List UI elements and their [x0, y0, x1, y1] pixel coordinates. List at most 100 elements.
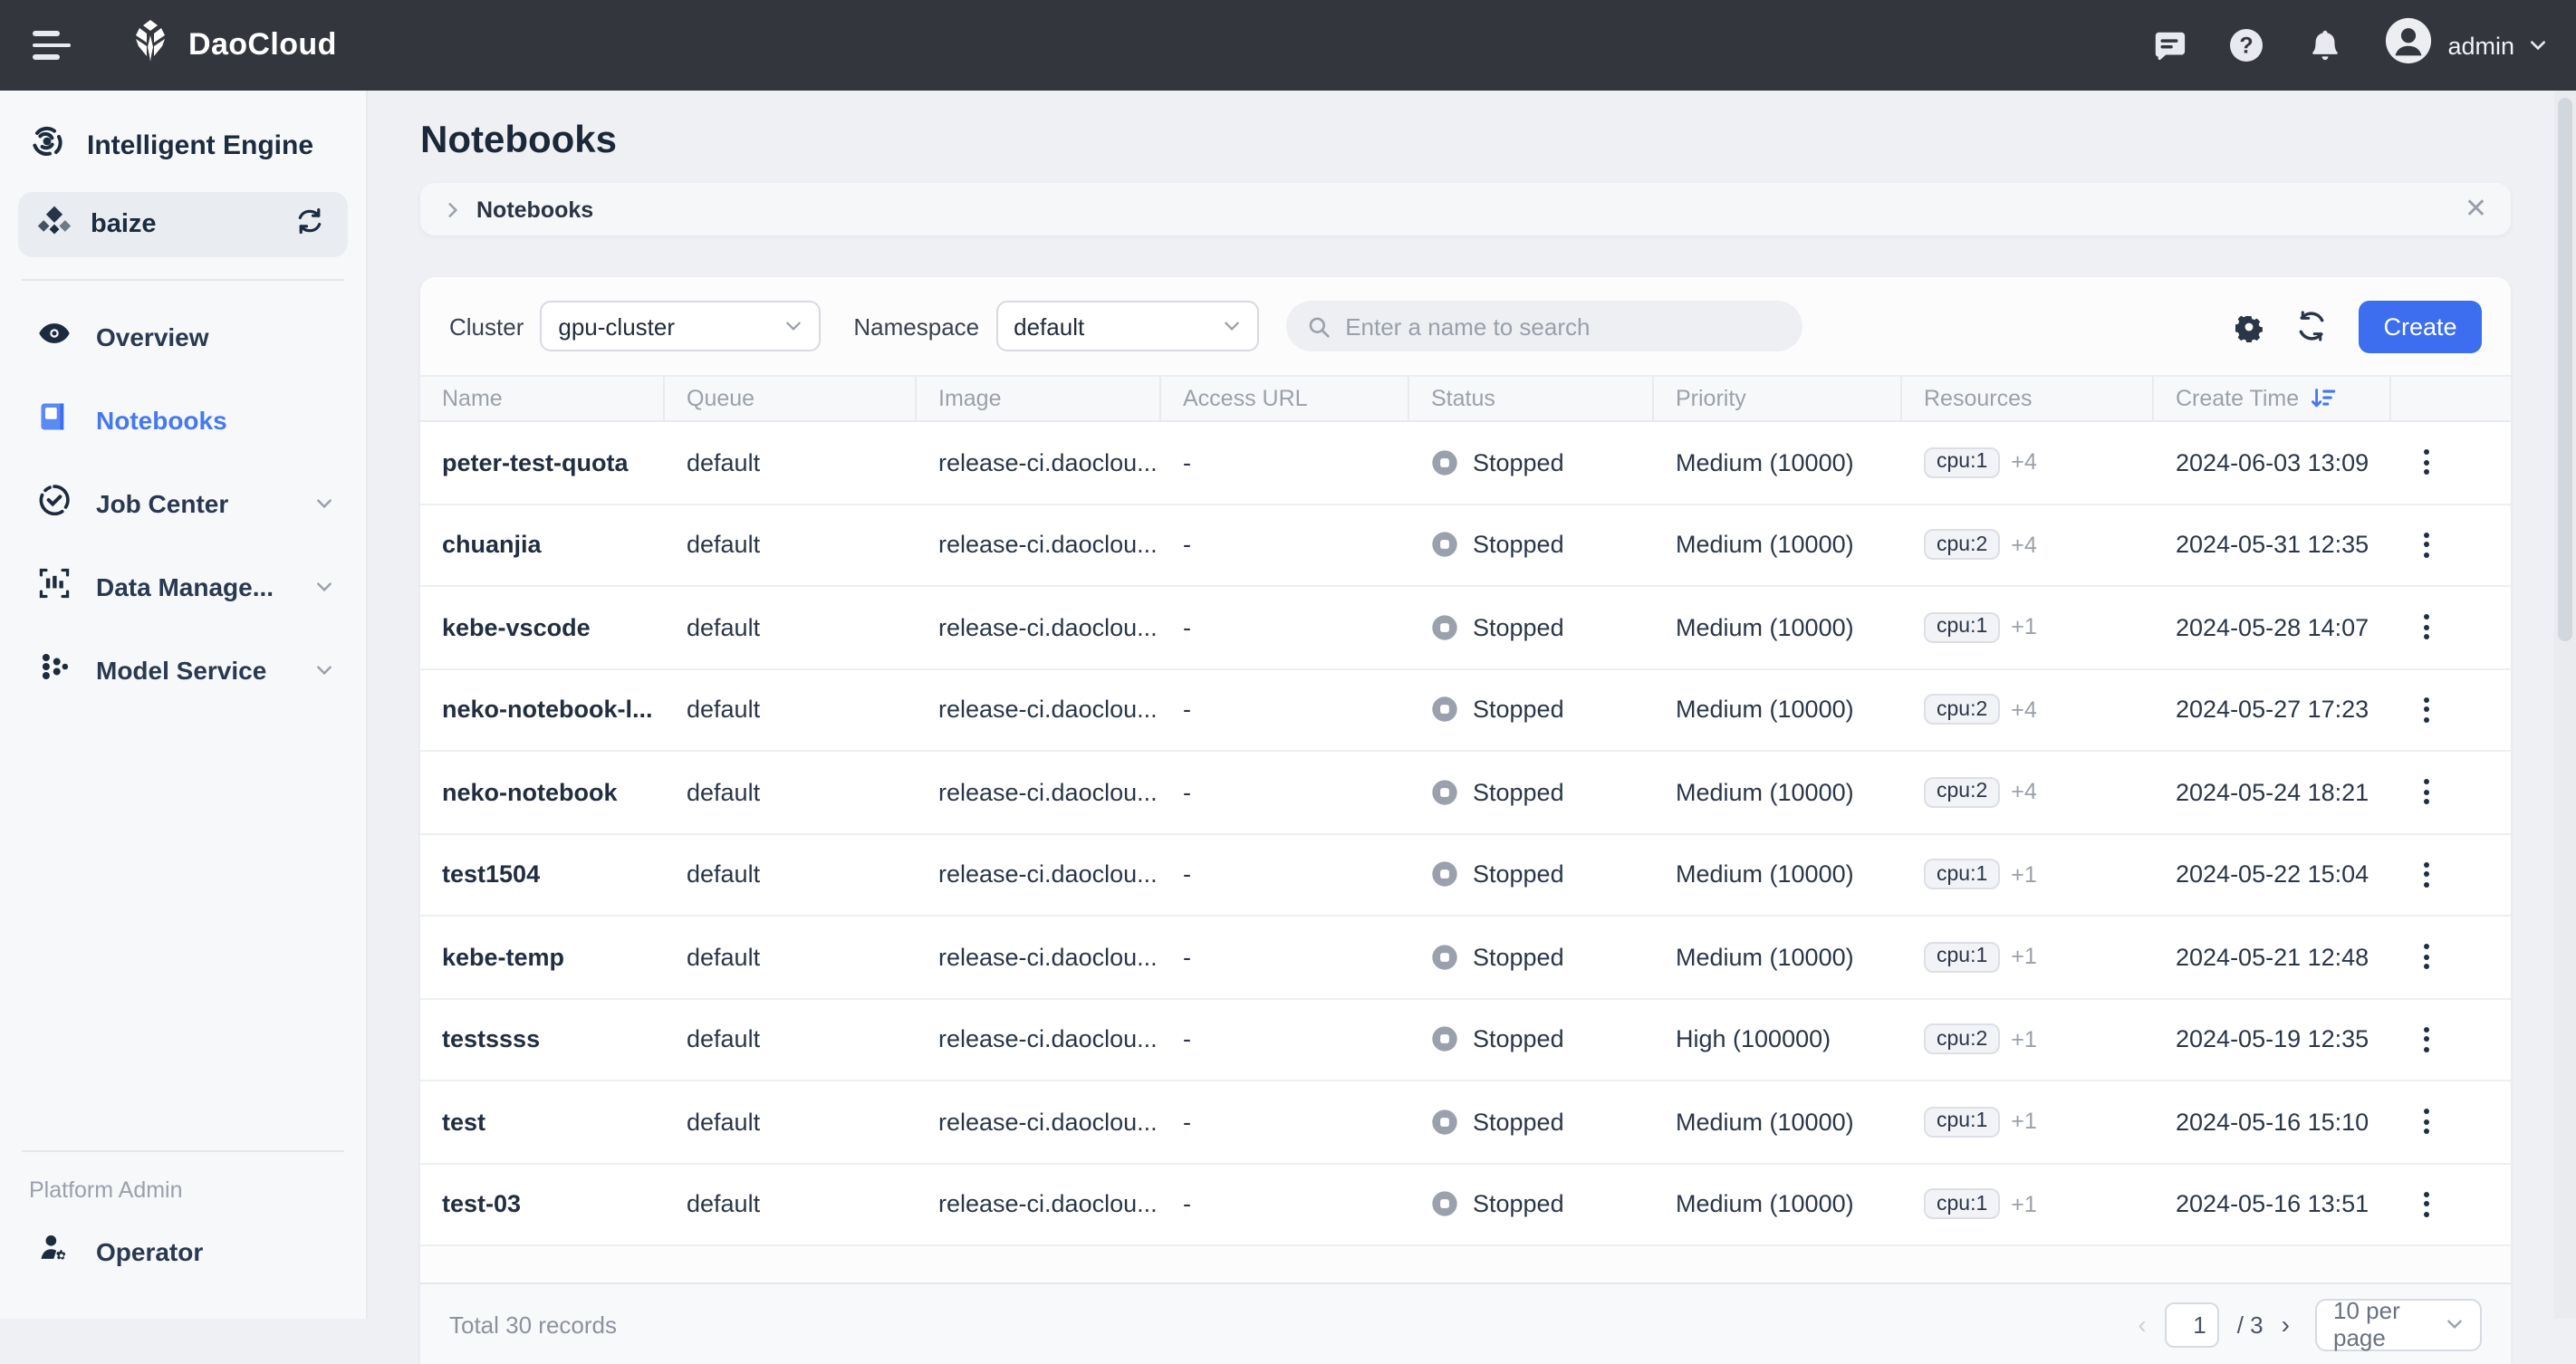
page-number-input[interactable] [2165, 1302, 2219, 1347]
user-menu[interactable]: admin [2384, 16, 2547, 74]
cell-name[interactable]: test-03 [420, 1164, 665, 1244]
chevron-down-icon [315, 661, 333, 679]
create-button[interactable]: Create [2359, 300, 2482, 352]
brand[interactable]: DaoCloud [127, 17, 337, 73]
resource-extra-count[interactable]: +4 [2011, 780, 2037, 805]
resource-extra-count[interactable]: +4 [2011, 697, 2037, 723]
table-row[interactable]: test default release-ci.daoclou... - Sto… [420, 1081, 2511, 1164]
table-row[interactable]: chuanjia default release-ci.daoclou... -… [420, 504, 2511, 587]
table-row[interactable]: kebe-temp default release-ci.daoclou... … [420, 917, 2511, 999]
cell-priority: Medium (10000) [1654, 669, 1902, 750]
resource-chip[interactable]: cpu:2 [1924, 777, 2000, 808]
workspace-selector[interactable]: baize [18, 192, 348, 257]
notebooks-panel: Cluster gpu-cluster Namespace default [420, 277, 2511, 1364]
row-actions-kebab-icon[interactable] [2413, 855, 2440, 895]
sidebar-item-job-center[interactable]: Job Center [18, 462, 348, 545]
resource-chip[interactable]: cpu:1 [1924, 860, 2000, 890]
resource-extra-count[interactable]: +4 [2011, 533, 2037, 558]
row-actions-kebab-icon[interactable] [2413, 773, 2440, 812]
avatar [2384, 16, 2433, 74]
cell-name[interactable]: neko-notebook [420, 752, 665, 832]
row-actions-kebab-icon[interactable] [2413, 1185, 2440, 1225]
switch-workspace-icon[interactable] [293, 206, 326, 244]
column-header-image[interactable]: Image [917, 377, 1161, 420]
close-icon[interactable]: ✕ [2465, 196, 2487, 223]
sidebar-item-overview[interactable]: Overview [18, 295, 348, 379]
column-header-resources[interactable]: Resources [1902, 377, 2154, 420]
help-icon[interactable]: ? [2228, 27, 2264, 63]
namespace-select[interactable]: default [995, 301, 1258, 351]
table-row[interactable]: neko-notebook-l... default release-ci.da… [420, 669, 2511, 752]
cell-name[interactable]: neko-notebook-l... [420, 669, 665, 750]
row-actions-kebab-icon[interactable] [2413, 443, 2440, 483]
chevron-down-icon [2529, 36, 2547, 54]
settings-gear-icon[interactable] [2232, 310, 2264, 342]
sidebar-item-notebooks[interactable]: Notebooks [18, 379, 348, 462]
cell-actions [2391, 504, 2511, 585]
resource-chip[interactable]: cpu:1 [1924, 447, 2000, 478]
cell-name[interactable]: peter-test-quota [420, 422, 665, 503]
resource-chip[interactable]: cpu:1 [1924, 612, 2000, 643]
sort-descending-icon[interactable] [2312, 387, 2337, 410]
resource-chip[interactable]: cpu:2 [1924, 530, 2000, 561]
table-row[interactable]: testssss default release-ci.daoclou... -… [420, 999, 2511, 1081]
resource-extra-count[interactable]: +1 [2011, 1109, 2037, 1135]
row-actions-kebab-icon[interactable] [2413, 525, 2440, 565]
page-size-select[interactable]: 10 per page [2315, 1298, 2482, 1350]
notifications-bell-icon[interactable] [2306, 27, 2342, 63]
resource-chip[interactable]: cpu:2 [1924, 1024, 2000, 1055]
resource-extra-count[interactable]: +4 [2011, 450, 2037, 475]
table-row[interactable]: peter-test-quota default release-ci.daoc… [420, 422, 2511, 504]
cell-access-url: - [1161, 422, 1409, 503]
resource-extra-count[interactable]: +1 [2011, 1027, 2037, 1052]
table-row[interactable]: kebe-vscode default release-ci.daoclou..… [420, 587, 2511, 669]
message-icon[interactable] [2150, 27, 2187, 63]
table-row[interactable]: test-03 default release-ci.daoclou... - … [420, 1164, 2511, 1246]
scrollbar-thumb[interactable] [2558, 98, 2572, 641]
sidebar-item-label: Notebooks [96, 406, 333, 435]
column-header-queue[interactable]: Queue [665, 377, 917, 420]
row-actions-kebab-icon[interactable] [2413, 937, 2440, 977]
scrollbar[interactable] [2554, 91, 2576, 1319]
column-header-create-time[interactable]: Create Time [2154, 377, 2391, 420]
table-row[interactable]: test1504 default release-ci.daoclou... -… [420, 834, 2511, 917]
column-header-status[interactable]: Status [1409, 377, 1654, 420]
sidebar-item-operator[interactable]: Operator [18, 1210, 348, 1293]
sidebar-item-model-service[interactable]: Model Service [18, 629, 348, 712]
cell-queue: default [665, 504, 917, 585]
status-text: Stopped [1473, 696, 1564, 724]
row-actions-kebab-icon[interactable] [2413, 608, 2440, 648]
search-input[interactable] [1341, 311, 1780, 341]
resource-extra-count[interactable]: +1 [2011, 945, 2037, 970]
column-header-access-url[interactable]: Access URL [1161, 377, 1409, 420]
cell-name[interactable]: testssss [420, 999, 665, 1080]
resource-extra-count[interactable]: +1 [2011, 615, 2037, 640]
prev-page-icon[interactable]: ‹ [2138, 1310, 2146, 1339]
sidebar-item-data-management[interactable]: Data Manage... [18, 545, 348, 629]
next-page-icon[interactable]: › [2282, 1310, 2290, 1339]
resource-extra-count[interactable]: +1 [2011, 1192, 2037, 1217]
row-actions-kebab-icon[interactable] [2413, 1020, 2440, 1060]
cell-name[interactable]: kebe-vscode [420, 587, 665, 668]
column-header-name[interactable]: Name [420, 377, 665, 420]
resource-chip[interactable]: cpu:2 [1924, 695, 2000, 725]
resource-chip[interactable]: cpu:1 [1924, 1107, 2000, 1138]
cell-resources: cpu:1 +1 [1902, 587, 2154, 668]
cell-priority: Medium (10000) [1654, 422, 1902, 503]
hamburger-menu-icon[interactable] [33, 31, 72, 60]
row-actions-kebab-icon[interactable] [2413, 1102, 2440, 1142]
cell-name[interactable]: kebe-temp [420, 917, 665, 997]
cell-name[interactable]: test1504 [420, 834, 665, 915]
row-actions-kebab-icon[interactable] [2413, 690, 2440, 730]
table-row[interactable]: neko-notebook default release-ci.daoclou… [420, 752, 2511, 834]
cell-name[interactable]: test [420, 1081, 665, 1162]
cluster-select[interactable]: gpu-cluster [540, 301, 821, 351]
breadcrumb-item[interactable]: Notebooks [476, 197, 593, 222]
cell-status: Stopped [1409, 422, 1654, 503]
column-header-priority[interactable]: Priority [1654, 377, 1902, 420]
cell-name[interactable]: chuanjia [420, 504, 665, 585]
refresh-icon[interactable] [2295, 310, 2328, 342]
resource-extra-count[interactable]: +1 [2011, 862, 2037, 888]
resource-chip[interactable]: cpu:1 [1924, 1189, 2000, 1220]
resource-chip[interactable]: cpu:1 [1924, 942, 2000, 973]
